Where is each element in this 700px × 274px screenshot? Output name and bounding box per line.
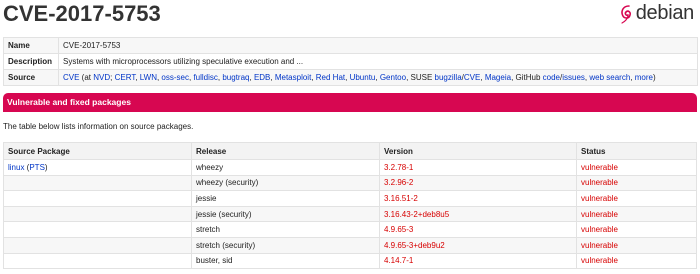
source-package-cell bbox=[3, 236, 192, 254]
table-row: linux (PTS) wheezy 3.2.78-1 vulnerable bbox=[3, 159, 697, 176]
debian-logo-text: debian bbox=[635, 2, 695, 24]
debian-logo[interactable]: debian bbox=[619, 2, 694, 25]
info-row-source: Source CVE (at NVD; CERT, LWN, oss-sec, … bbox=[3, 69, 698, 86]
page-title: CVE-2017-5753 bbox=[3, 1, 161, 26]
version-cell: 3.16.51-2 bbox=[379, 190, 577, 207]
source-link[interactable]: issues bbox=[562, 73, 585, 82]
status-cell: vulnerable bbox=[576, 221, 697, 238]
source-link[interactable]: fulldisc bbox=[193, 73, 217, 82]
pts-close-paren: ) bbox=[44, 162, 48, 172]
source-package-cell bbox=[3, 221, 192, 238]
cve-info-table: Name CVE-2017-5753 Description Systems w… bbox=[3, 37, 698, 86]
info-val-name: CVE-2017-5753 bbox=[58, 37, 698, 54]
release-cell: jessie (security) bbox=[191, 205, 380, 223]
status-cell: vulnerable bbox=[576, 205, 697, 223]
debian-swirl-icon bbox=[620, 4, 631, 24]
table-row: stretch 4.9.65-3 vulnerable bbox=[3, 221, 697, 238]
source-text: , SUSE bbox=[406, 73, 435, 82]
version-cell: 4.14.7-1 bbox=[379, 252, 577, 270]
source-link[interactable]: Red Hat bbox=[316, 73, 345, 82]
header-version: Version bbox=[379, 142, 577, 160]
source-text: (at bbox=[79, 73, 94, 82]
packages-table: Source Package Release Version Status li… bbox=[3, 142, 697, 270]
source-link[interactable]: Mageia bbox=[485, 73, 511, 82]
package-link-linux[interactable]: linux bbox=[8, 163, 24, 172]
source-link[interactable]: more bbox=[635, 73, 653, 82]
source-text: ) bbox=[652, 73, 656, 82]
status-cell: vulnerable bbox=[576, 252, 697, 270]
table-row: jessie (security) 3.16.43-2+deb8u5 vulne… bbox=[3, 205, 697, 223]
header-source-package: Source Package bbox=[3, 142, 192, 160]
source-link[interactable]: Ubuntu bbox=[350, 73, 376, 82]
info-val-source: CVE (at NVD; CERT, LWN, oss-sec, fulldis… bbox=[58, 69, 698, 86]
table-row: buster, sid 4.14.7-1 vulnerable bbox=[3, 252, 697, 270]
source-package-cell bbox=[3, 174, 192, 192]
source-link[interactable]: LWN bbox=[140, 73, 157, 82]
status-cell: vulnerable bbox=[576, 236, 697, 254]
packages-note: The table below lists information on sou… bbox=[3, 122, 194, 131]
source-link[interactable]: EDB bbox=[254, 73, 270, 82]
info-key-name: Name bbox=[3, 37, 59, 54]
table-row: stretch (security) 4.9.65-3+deb9u2 vulne… bbox=[3, 236, 697, 254]
version-cell: 3.16.43-2+deb8u5 bbox=[379, 205, 577, 223]
info-key-source: Source bbox=[3, 69, 59, 86]
status-cell: vulnerable bbox=[576, 174, 697, 192]
info-row-description: Description Systems with microprocessors… bbox=[3, 53, 698, 70]
info-row-name: Name CVE-2017-5753 bbox=[3, 37, 698, 54]
source-text: , GitHub bbox=[511, 73, 543, 82]
release-cell: stretch bbox=[191, 221, 380, 238]
source-package-cell: linux (PTS) bbox=[3, 159, 192, 176]
version-cell: 3.2.78-1 bbox=[379, 159, 577, 176]
status-cell: vulnerable bbox=[576, 159, 697, 176]
source-package-cell bbox=[3, 190, 192, 207]
source-link[interactable]: bugzilla bbox=[435, 73, 462, 82]
source-link[interactable]: CERT bbox=[115, 73, 136, 82]
source-link[interactable]: code bbox=[543, 73, 560, 82]
source-package-cell bbox=[3, 205, 192, 223]
release-cell: stretch (security) bbox=[191, 236, 380, 254]
source-package-cell bbox=[3, 252, 192, 270]
packages-header-row: Source Package Release Version Status bbox=[3, 142, 697, 160]
source-link[interactable]: oss-sec bbox=[161, 73, 189, 82]
source-link[interactable]: NVD bbox=[93, 73, 110, 82]
source-link[interactable]: CVE bbox=[63, 73, 79, 82]
table-row: jessie 3.16.51-2 vulnerable bbox=[3, 190, 697, 207]
status-cell: vulnerable bbox=[576, 190, 697, 207]
version-cell: 4.9.65-3 bbox=[379, 221, 577, 238]
release-cell: buster, sid bbox=[191, 252, 380, 270]
pts-link[interactable]: PTS bbox=[29, 163, 45, 172]
source-link[interactable]: Gentoo bbox=[380, 73, 406, 82]
header-release: Release bbox=[191, 142, 380, 160]
header-status: Status bbox=[576, 142, 697, 160]
source-link[interactable]: CVE bbox=[464, 73, 480, 82]
source-link[interactable]: Metasploit bbox=[275, 73, 311, 82]
version-cell: 4.9.65-3+deb9u2 bbox=[379, 236, 577, 254]
info-key-description: Description bbox=[3, 53, 59, 70]
section-header-vulnerable-packages: Vulnerable and fixed packages bbox=[3, 93, 697, 112]
info-val-description: Systems with microprocessors utilizing s… bbox=[58, 53, 698, 70]
release-cell: jessie bbox=[191, 190, 380, 207]
source-link[interactable]: web search bbox=[589, 73, 630, 82]
source-link[interactable]: bugtraq bbox=[222, 73, 249, 82]
release-cell: wheezy bbox=[191, 159, 380, 176]
table-row: wheezy (security) 3.2.96-2 vulnerable bbox=[3, 174, 697, 192]
release-cell: wheezy (security) bbox=[191, 174, 380, 192]
version-cell: 3.2.96-2 bbox=[379, 174, 577, 192]
